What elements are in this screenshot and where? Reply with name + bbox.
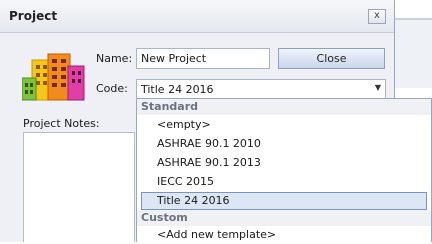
code-select[interactable]: Title 24 2016 ▼ bbox=[136, 79, 386, 99]
name-label: Name: bbox=[96, 52, 133, 65]
buildings-icon bbox=[22, 53, 85, 101]
name-input[interactable]: New Project bbox=[136, 48, 270, 69]
project-notes-label: Project Notes: bbox=[23, 117, 100, 130]
close-x-icon[interactable]: x bbox=[368, 9, 386, 24]
dialog-titlebar: Project x bbox=[0, 0, 394, 33]
list-item-ashrae-2013[interactable]: ASHRAE 90.1 2013 bbox=[141, 154, 427, 172]
list-item-ashrae-2010[interactable]: ASHRAE 90.1 2010 bbox=[141, 135, 427, 153]
list-item-iecc-2015[interactable]: IECC 2015 bbox=[141, 173, 427, 191]
group-header-standard: Standard bbox=[137, 99, 431, 115]
chevron-down-icon[interactable]: ▼ bbox=[375, 83, 381, 92]
list-item-add-new-template[interactable]: <Add new template> bbox=[141, 226, 427, 244]
code-label: Code: bbox=[96, 82, 128, 95]
code-select-value: Title 24 2016 bbox=[141, 83, 214, 96]
list-item-title24-2016[interactable]: Title 24 2016 bbox=[141, 192, 427, 210]
close-button[interactable]: Close bbox=[278, 48, 385, 69]
group-header-custom: Custom bbox=[137, 210, 431, 226]
dialog-title: Project bbox=[9, 9, 58, 23]
project-notes-textarea[interactable] bbox=[23, 132, 135, 242]
code-dropdown-list: Standard <empty> ASHRAE 90.1 2010 ASHRAE… bbox=[136, 98, 432, 242]
list-item-empty[interactable]: <empty> bbox=[141, 116, 427, 134]
